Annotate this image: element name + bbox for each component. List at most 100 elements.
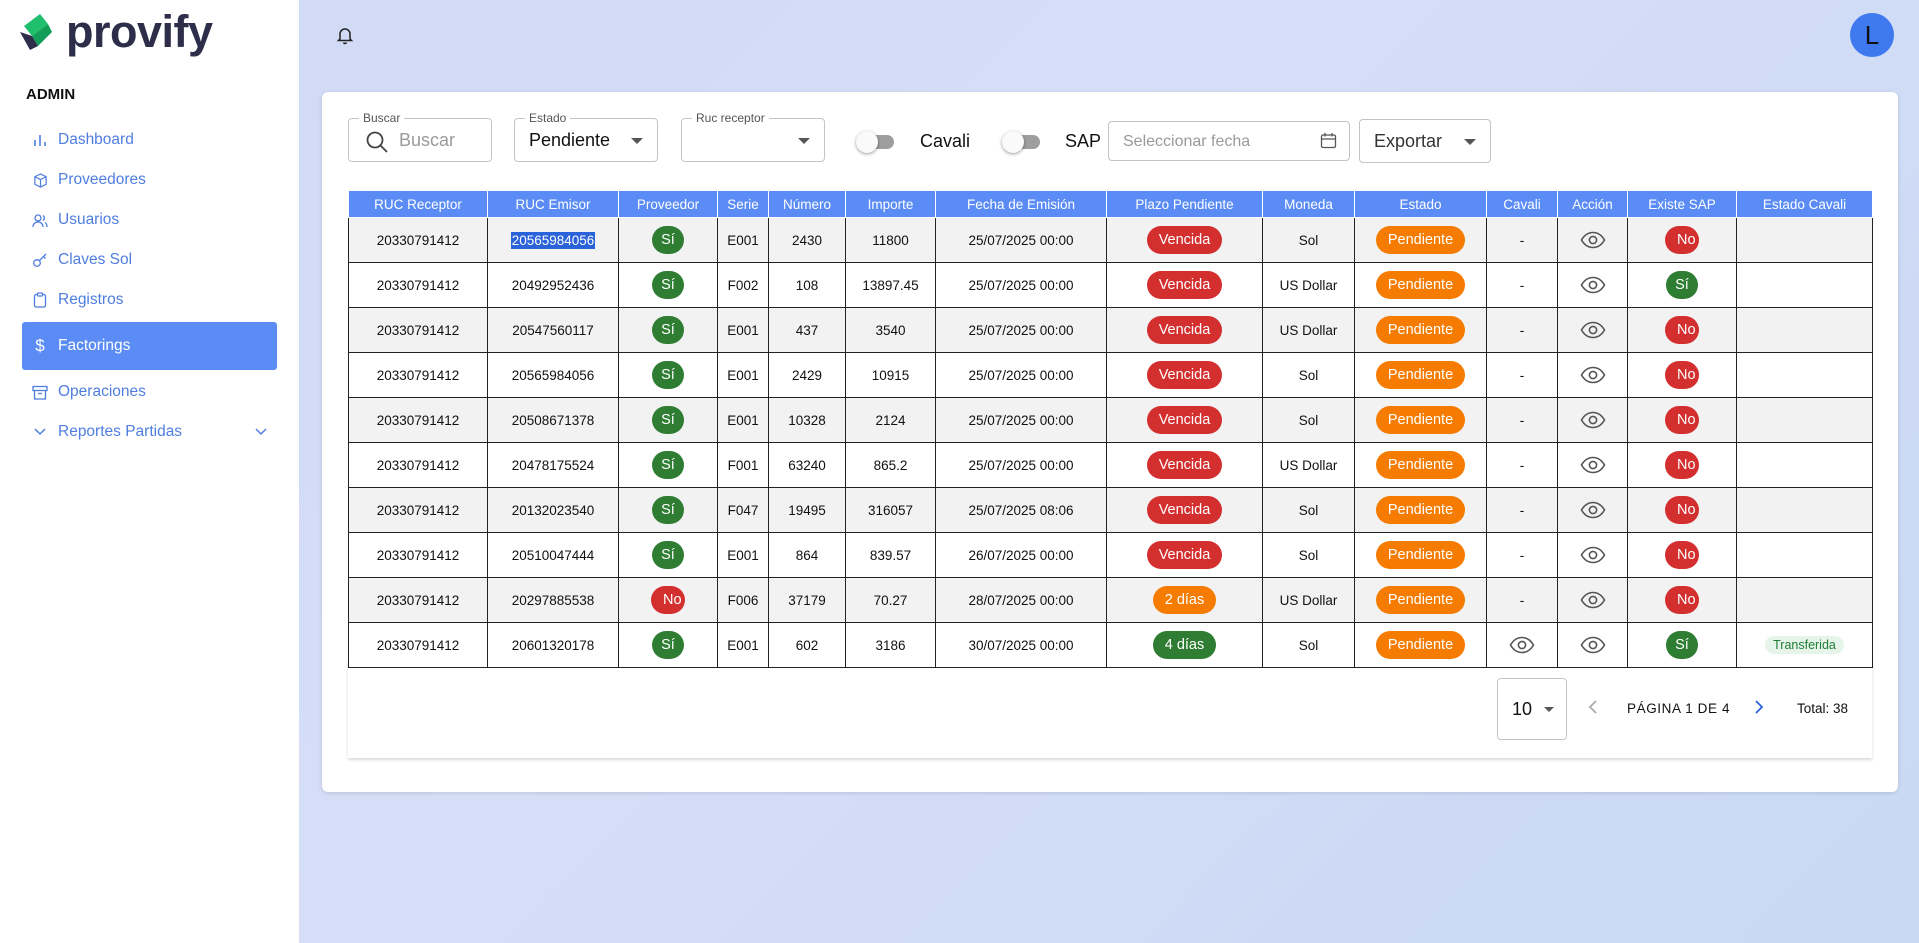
bell-icon[interactable]	[334, 24, 356, 46]
search-input[interactable]: Buscar	[399, 130, 455, 151]
cell-proveedor: Sí	[618, 262, 718, 308]
view-eye-icon[interactable]	[1580, 276, 1606, 294]
proveedor-badge: Sí	[652, 271, 684, 299]
package-icon	[32, 172, 48, 188]
view-eye-icon[interactable]	[1580, 456, 1606, 474]
plazo-badge: Vencida	[1146, 226, 1223, 254]
sidebar-item-operaciones[interactable]: Operaciones	[22, 372, 277, 412]
view-eye-icon[interactable]	[1580, 546, 1606, 564]
cell-cavali: -	[1486, 442, 1558, 488]
sidebar-item-registros[interactable]: Registros	[22, 280, 277, 320]
sap-toggle[interactable]	[1002, 130, 1040, 153]
cell-plazo: Vencida	[1106, 442, 1263, 488]
proveedor-badge: Sí	[652, 361, 684, 389]
caret-down-icon	[631, 138, 643, 144]
estado-badge: Pendiente	[1375, 496, 1466, 524]
view-eye-icon[interactable]	[1580, 366, 1606, 384]
export-button[interactable]: Exportar	[1359, 119, 1491, 163]
cell-accion	[1557, 577, 1628, 623]
cell-existe-sap: No	[1627, 532, 1737, 578]
table-row: 20330791412 20510047444 Sí E001 864 839.…	[348, 532, 1873, 578]
cell-cavali: -	[1486, 397, 1558, 443]
cavali-value: -	[1519, 232, 1525, 248]
cell-serie: F047	[717, 487, 769, 533]
cell-fecha: 26/07/2025 00:00	[935, 532, 1107, 578]
sidebar-item-reportes-partidas[interactable]: Reportes Partidas	[22, 412, 277, 452]
ruc-receptor-select[interactable]: Ruc receptor	[681, 111, 825, 162]
column-header: RUC Receptor	[348, 190, 488, 218]
estado-cavali-chip: Transferida	[1765, 636, 1844, 654]
sidebar-item-usuarios[interactable]: Usuarios	[22, 200, 277, 240]
calendar-icon[interactable]	[1320, 132, 1337, 154]
cell-serie: E001	[717, 217, 769, 263]
cell-fecha: 25/07/2025 00:00	[935, 262, 1107, 308]
sidebar-item-dashboard[interactable]: Dashboard	[22, 120, 277, 160]
cell-estado-cavali	[1736, 262, 1873, 308]
page-indicator: PÁGINA 1 DE 4	[1627, 701, 1731, 716]
cell-moneda: US Dollar	[1262, 442, 1355, 488]
cell-ruc-emisor: 20565984056	[487, 217, 619, 263]
cell-cavali: -	[1486, 532, 1558, 578]
cell-estado: Pendiente	[1354, 352, 1487, 398]
sidebar-item-factorings[interactable]: $ Factorings	[22, 322, 277, 370]
proveedor-badge: Sí	[652, 496, 684, 524]
cell-cavali: -	[1486, 352, 1558, 398]
sidebar-item-claves-sol[interactable]: Claves Sol	[22, 240, 277, 280]
search-field[interactable]: Buscar Buscar	[348, 111, 492, 162]
brand-logo[interactable]: provify	[18, 9, 213, 54]
date-picker[interactable]: Seleccionar fecha	[1108, 121, 1350, 161]
cell-ruc-receptor: 20330791412	[348, 262, 488, 308]
estado-select[interactable]: Estado Pendiente	[514, 111, 658, 162]
estado-value: Pendiente	[529, 130, 611, 150]
view-eye-icon[interactable]	[1580, 501, 1606, 519]
avatar[interactable]: L	[1850, 13, 1894, 57]
cavali-value: -	[1519, 502, 1525, 518]
cell-ruc-receptor: 20330791412	[348, 577, 488, 623]
expand-chevron-icon[interactable]	[255, 423, 267, 441]
existe-sap-badge: No	[1665, 451, 1699, 479]
view-eye-icon[interactable]	[1580, 321, 1606, 339]
column-header: Estado Cavali	[1736, 190, 1873, 218]
proveedor-badge: Sí	[652, 316, 684, 344]
next-page-icon[interactable]	[1754, 698, 1764, 721]
caret-down-icon	[1544, 707, 1554, 712]
table-row: 20330791412 20565984056 Sí E001 2430 118…	[348, 217, 1873, 263]
estado-badge: Pendiente	[1375, 631, 1466, 659]
cell-moneda: Sol	[1262, 397, 1355, 443]
cavali-value: -	[1519, 277, 1525, 293]
cell-serie: F001	[717, 442, 769, 488]
proveedor-badge: Sí	[652, 631, 684, 659]
table-row: 20330791412 20297885538 No F006 37179 70…	[348, 577, 1873, 623]
view-eye-icon[interactable]	[1580, 231, 1606, 249]
cell-serie: F002	[717, 262, 769, 308]
plazo-badge: 4 días	[1152, 631, 1217, 659]
cell-estado-cavali	[1736, 352, 1873, 398]
column-header: Fecha de Emisión	[935, 190, 1107, 218]
cavali-toggle[interactable]	[856, 130, 894, 153]
cell-existe-sap: No	[1627, 442, 1737, 488]
view-eye-icon[interactable]	[1580, 636, 1606, 654]
rows-per-page-select[interactable]: 10	[1497, 678, 1567, 740]
proveedor-badge: No	[651, 586, 685, 614]
view-eye-icon[interactable]	[1580, 591, 1606, 609]
cell-existe-sap: No	[1627, 577, 1737, 623]
cell-accion	[1557, 352, 1628, 398]
cell-estado: Pendiente	[1354, 442, 1487, 488]
sidebar-item-label: Dashboard	[58, 131, 134, 148]
date-input[interactable]: Seleccionar fecha	[1123, 133, 1250, 151]
estado-badge: Pendiente	[1375, 406, 1466, 434]
view-eye-icon[interactable]	[1580, 411, 1606, 429]
prev-page-icon[interactable]	[1588, 698, 1598, 721]
cell-proveedor: Sí	[618, 307, 718, 353]
cell-serie: E001	[717, 307, 769, 353]
cell-numero: 10328	[768, 397, 846, 443]
rows-per-page-value: 10	[1512, 699, 1533, 719]
proveedor-badge: Sí	[652, 406, 684, 434]
cell-ruc-receptor: 20330791412	[348, 397, 488, 443]
cell-numero: 37179	[768, 577, 846, 623]
sidebar-item-proveedores[interactable]: Proveedores	[22, 160, 277, 200]
key-icon	[32, 252, 48, 268]
cell-ruc-emisor: 20478175524	[487, 442, 619, 488]
cell-plazo: Vencida	[1106, 397, 1263, 443]
view-cavali-eye-icon[interactable]	[1509, 636, 1535, 654]
